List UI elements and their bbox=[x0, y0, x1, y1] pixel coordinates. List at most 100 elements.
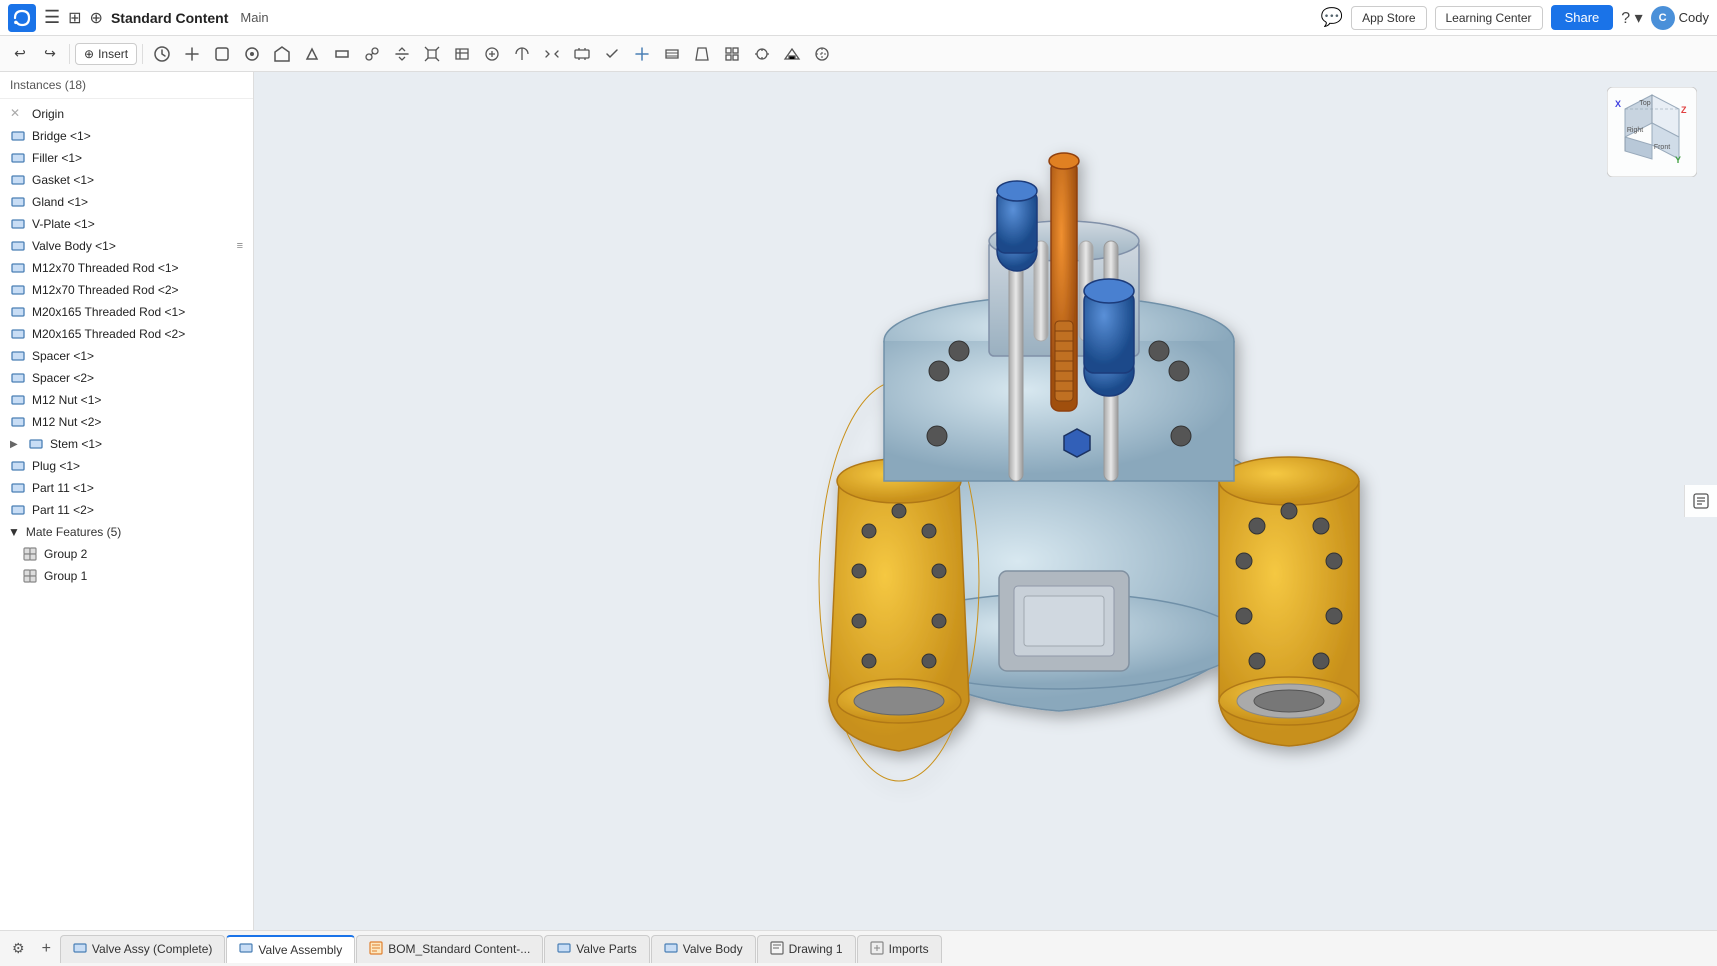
tree-label-m20rod2: M20x165 Threaded Rod <2> bbox=[32, 327, 243, 341]
tree-item-stem1[interactable]: ▶ Stem <1> bbox=[0, 433, 253, 455]
tree-label-m12rod1: M12x70 Threaded Rod <1> bbox=[32, 261, 243, 275]
doc-tree-icon[interactable]: ⊞ bbox=[68, 8, 81, 28]
add-icon[interactable]: ⊕ bbox=[90, 8, 103, 28]
tool-1[interactable] bbox=[148, 40, 176, 68]
tab-settings-icon[interactable]: ⚙ bbox=[4, 936, 33, 961]
tree-item-m12rod2[interactable]: M12x70 Threaded Rod <2> bbox=[0, 279, 253, 301]
tree-label-m12nut2: M12 Nut <2> bbox=[32, 415, 243, 429]
learning-center-button[interactable]: Learning Center bbox=[1435, 6, 1543, 30]
tab-bom[interactable]: BOM_Standard Content-... bbox=[356, 935, 543, 963]
tool-2[interactable] bbox=[178, 40, 206, 68]
mate-features-header[interactable]: ▼ Mate Features (5) bbox=[0, 521, 253, 543]
svg-text:Right: Right bbox=[1627, 127, 1643, 134]
tool-5[interactable] bbox=[268, 40, 296, 68]
tree-item-m20rod1[interactable]: M20x165 Threaded Rod <1> bbox=[0, 301, 253, 323]
undo-button[interactable]: ↩ bbox=[6, 40, 34, 68]
tool-18[interactable] bbox=[658, 40, 686, 68]
tab-valve-parts[interactable]: Valve Parts bbox=[544, 935, 649, 963]
tree-item-spacer1[interactable]: Spacer <1> bbox=[0, 345, 253, 367]
tree-item-part11b[interactable]: Part 11 <2> bbox=[0, 499, 253, 521]
insert-button[interactable]: ⊕ Insert bbox=[75, 43, 137, 65]
tab-valve-body[interactable]: Valve Body bbox=[651, 935, 756, 963]
tree-label-m20rod1: M20x165 Threaded Rod <1> bbox=[32, 305, 243, 319]
tree-label-part11b: Part 11 <2> bbox=[32, 503, 243, 517]
onshape-logo[interactable] bbox=[8, 4, 36, 32]
orientation-cube[interactable]: Z Y X Top Front Right bbox=[1607, 87, 1697, 177]
expand-icon-stem: ▶ bbox=[10, 439, 22, 450]
tool-22[interactable] bbox=[778, 40, 806, 68]
tool-7[interactable] bbox=[328, 40, 356, 68]
tool-19[interactable] bbox=[688, 40, 716, 68]
tree-item-m12nut1[interactable]: M12 Nut <1> bbox=[0, 389, 253, 411]
tool-21[interactable] bbox=[748, 40, 776, 68]
tab-label-bom: BOM_Standard Content-... bbox=[388, 942, 530, 956]
svg-text:Front: Front bbox=[1654, 144, 1670, 151]
user-menu[interactable]: C Cody bbox=[1651, 6, 1709, 30]
tab-label-valve-assembly: Valve Assembly bbox=[258, 943, 342, 957]
view-options-icon[interactable] bbox=[1689, 489, 1713, 513]
left-panel: Instances (18) ✕ Origin Bridge <1> Fille… bbox=[0, 72, 254, 930]
tab-label-drawing1: Drawing 1 bbox=[789, 942, 843, 956]
tab-assembly-icon-1 bbox=[73, 941, 87, 958]
tool-9[interactable] bbox=[388, 40, 416, 68]
tab-imports[interactable]: Imports bbox=[857, 935, 942, 963]
tree-item-group1[interactable]: Group 1 bbox=[0, 565, 253, 587]
tree-item-plug1[interactable]: Plug <1> bbox=[0, 455, 253, 477]
hamburger-menu[interactable]: ☰ bbox=[44, 7, 60, 28]
canvas-area[interactable]: Z Y X Top Front Right bbox=[254, 72, 1717, 930]
tree-list: ✕ Origin Bridge <1> Filler <1> Gasket <1… bbox=[0, 99, 253, 930]
panel-header: Instances (18) bbox=[0, 72, 253, 99]
tree-label-m12nut1: M12 Nut <1> bbox=[32, 393, 243, 407]
toolbar: ↩ ↪ ⊕ Insert bbox=[0, 36, 1717, 72]
tree-label-m12rod2: M12x70 Threaded Rod <2> bbox=[32, 283, 243, 297]
help-button[interactable]: ? ▾ bbox=[1621, 8, 1642, 28]
tree-item-spacer2[interactable]: Spacer <2> bbox=[0, 367, 253, 389]
tree-item-bridge[interactable]: Bridge <1> bbox=[0, 125, 253, 147]
right-edge-panel bbox=[1684, 485, 1717, 517]
tree-label-part11a: Part 11 <1> bbox=[32, 481, 243, 495]
tool-23[interactable] bbox=[808, 40, 836, 68]
tree-label-group1: Group 1 bbox=[44, 569, 243, 583]
tool-14[interactable] bbox=[538, 40, 566, 68]
tree-item-filler[interactable]: Filler <1> bbox=[0, 147, 253, 169]
tool-12[interactable] bbox=[478, 40, 506, 68]
tree-label-origin: Origin bbox=[32, 107, 243, 121]
doc-title: Standard Content bbox=[111, 10, 228, 26]
tree-item-m12nut2[interactable]: M12 Nut <2> bbox=[0, 411, 253, 433]
bottom-tabs: ⚙ + Valve Assy (Complete) Valve Assembly… bbox=[0, 930, 1717, 966]
tool-15[interactable] bbox=[568, 40, 596, 68]
tool-8[interactable] bbox=[358, 40, 386, 68]
mate-features-label: Mate Features (5) bbox=[26, 525, 121, 539]
tool-4[interactable] bbox=[238, 40, 266, 68]
app-store-button[interactable]: App Store bbox=[1351, 6, 1426, 30]
tool-10[interactable] bbox=[418, 40, 446, 68]
tree-item-vplate[interactable]: V-Plate <1> bbox=[0, 213, 253, 235]
tree-label-gland: Gland <1> bbox=[32, 195, 243, 209]
tool-17[interactable] bbox=[628, 40, 656, 68]
tool-13[interactable] bbox=[508, 40, 536, 68]
doc-tab: Main bbox=[240, 10, 268, 25]
tree-item-valvebody[interactable]: Valve Body <1> ≡ bbox=[0, 235, 253, 257]
share-button[interactable]: Share bbox=[1551, 5, 1614, 30]
tool-20[interactable] bbox=[718, 40, 746, 68]
tree-item-part11a[interactable]: Part 11 <1> bbox=[0, 477, 253, 499]
tool-11[interactable] bbox=[448, 40, 476, 68]
chat-icon[interactable]: 💬 bbox=[1321, 7, 1343, 28]
tree-item-m12rod1[interactable]: M12x70 Threaded Rod <1> bbox=[0, 257, 253, 279]
tree-item-gasket[interactable]: Gasket <1> bbox=[0, 169, 253, 191]
tab-drawing1[interactable]: Drawing 1 bbox=[757, 935, 856, 963]
tool-16[interactable] bbox=[598, 40, 626, 68]
insert-label: Insert bbox=[98, 47, 128, 61]
tool-3[interactable] bbox=[208, 40, 236, 68]
tree-item-gland[interactable]: Gland <1> bbox=[0, 191, 253, 213]
tool-6[interactable] bbox=[298, 40, 326, 68]
tree-item-m20rod2[interactable]: M20x165 Threaded Rod <2> bbox=[0, 323, 253, 345]
tree-item-origin[interactable]: ✕ Origin bbox=[0, 103, 253, 125]
svg-text:X: X bbox=[1615, 99, 1621, 109]
redo-button[interactable]: ↪ bbox=[36, 40, 64, 68]
tree-item-group2[interactable]: Group 2 bbox=[0, 543, 253, 565]
tab-valve-assembly[interactable]: Valve Assembly bbox=[226, 935, 355, 963]
tab-valve-assy-complete[interactable]: Valve Assy (Complete) bbox=[60, 935, 226, 963]
tab-add-button[interactable]: + bbox=[34, 936, 59, 962]
svg-text:Z: Z bbox=[1681, 105, 1687, 115]
